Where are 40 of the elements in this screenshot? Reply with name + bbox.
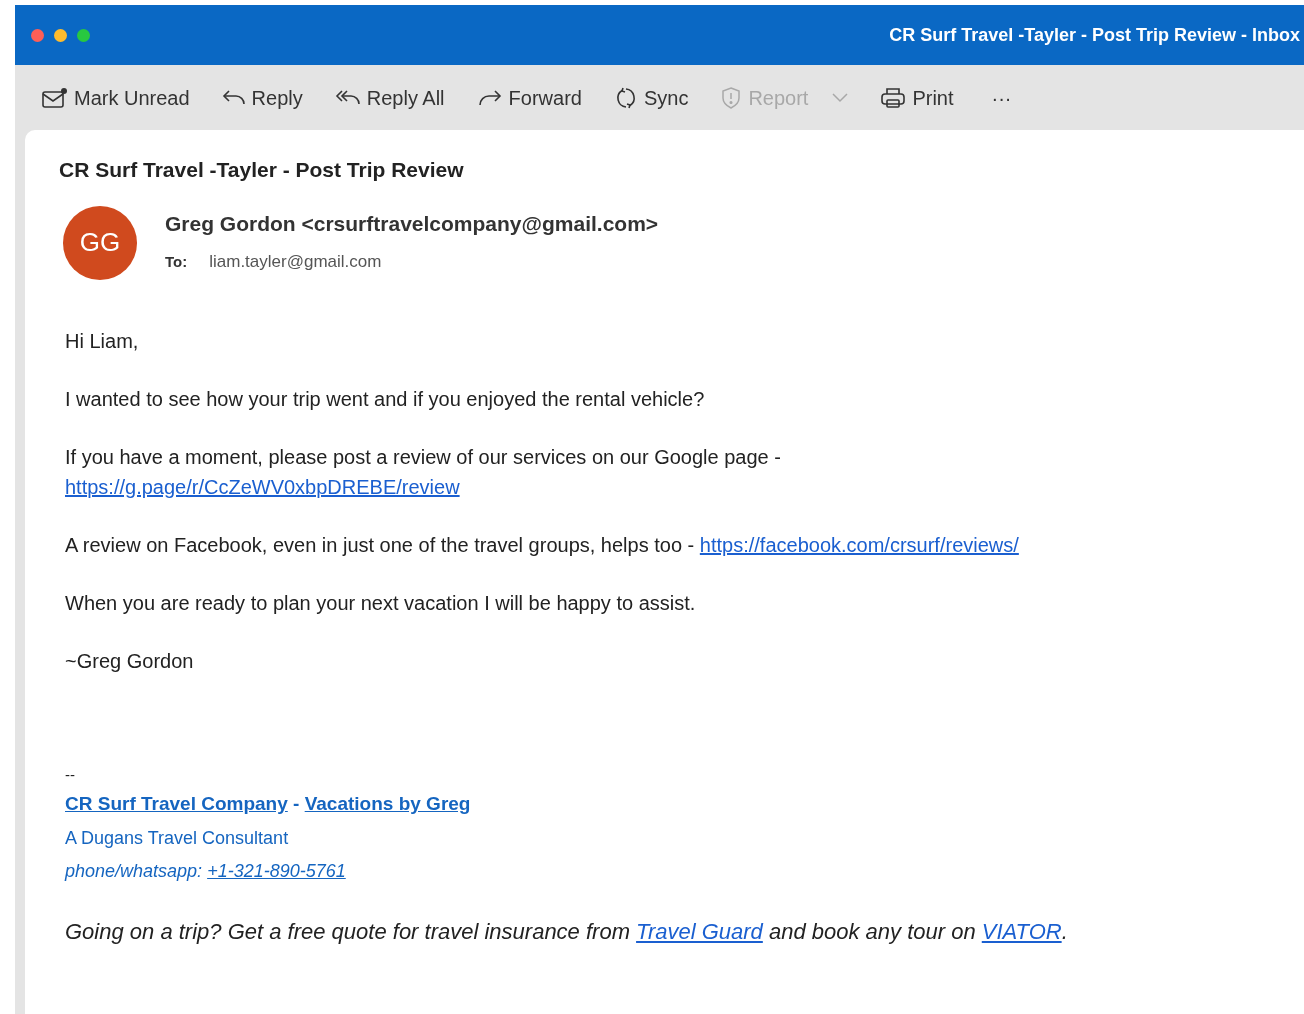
shield-icon: [720, 85, 743, 110]
printer-icon: [880, 86, 907, 109]
link[interactable]: https://g.page/r/CcZeWV0xbpDREBE/review: [65, 475, 460, 498]
message-paragraph: When you are ready to plan your next vacation I will be happy to assist.: [65, 590, 696, 616]
to-label: To:: [165, 252, 188, 272]
close-button[interactable]: [31, 28, 44, 42]
message-paragraph: If you have a moment, please post a review of our services on our Google page - https://g.page/r/CcZeWV0xbpDREBE/review: [65, 444, 781, 500]
message-subject: CR Surf Travel -Tayler - Post Trip Review: [59, 157, 464, 183]
message-paragraph: Hi Liam,: [65, 328, 139, 354]
dash-text: -: [292, 792, 301, 816]
phone-label: phone/whatsapp:: [65, 859, 204, 883]
window-title: CR Surf Travel -Tayler - Post Trip Review - Inbox: [889, 23, 1300, 47]
toolbar-button[interactable]: Forward: [471, 78, 587, 117]
recipient: liam.tayler@gmail.com: [209, 251, 382, 273]
company-link[interactable]: CR Surf Travel Company: [65, 790, 288, 819]
message-paragraph: A review on Facebook, even in just one of the travel groups, helps too - https://facebook.com/crsurf/reviews/: [65, 532, 1019, 558]
link[interactable]: Travel Guard: [636, 918, 763, 944]
signature-separator: --: [65, 764, 75, 785]
minimize-button[interactable]: [54, 28, 67, 42]
message-paragraph: ~Greg Gordon: [65, 648, 194, 674]
sender: Greg Gordon <crsurftravelcompany@gmail.com>: [165, 210, 659, 237]
toolbar-button[interactable]: Mark Unread: [37, 78, 195, 117]
avatar: GG: [63, 205, 137, 280]
forward-icon: [476, 88, 503, 107]
link[interactable]: VIATOR: [981, 918, 1062, 944]
phone-link[interactable]: +1-321-890-5761: [207, 857, 346, 885]
toolbar-button[interactable]: Sync: [608, 78, 694, 117]
toolbar-button[interactable]: Reply: [216, 78, 308, 117]
toolbar-button[interactable]: Reply All: [329, 78, 450, 117]
footer-sentence: Going on a trip? Get a free quote for travel insurance from Travel Guard and book any tour on VIATOR.: [65, 917, 1068, 946]
message-paragraph: I wanted to see how your trip went and if you enjoyed the rental vehicle?: [65, 386, 705, 412]
reply-all-icon: [334, 88, 361, 107]
toolbar-button[interactable]: Print: [875, 78, 959, 117]
zoom-button[interactable]: [77, 28, 90, 42]
link[interactable]: https://facebook.com/crsurf/reviews/: [699, 533, 1019, 556]
envelope-icon: [42, 86, 68, 109]
reply-icon: [221, 88, 246, 107]
signature-role: A Dugans Travel Consultant: [65, 826, 289, 850]
more-button[interactable]: ···: [986, 78, 1017, 117]
vacations-link[interactable]: Vacations by Greg: [304, 790, 471, 819]
